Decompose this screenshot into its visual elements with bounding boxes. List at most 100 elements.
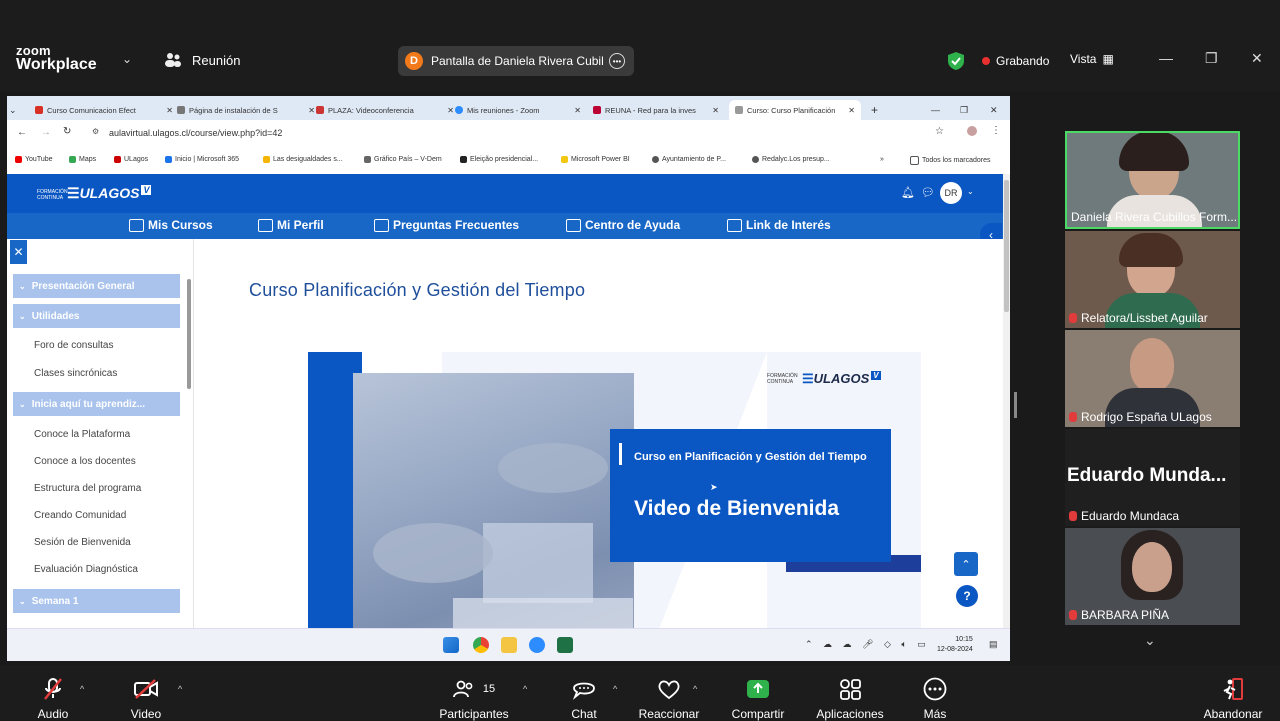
bell-icon[interactable]: 🔔︎ [901, 186, 915, 199]
browser-tab[interactable]: PLAZA: Videoconferencia ✕ [316, 100, 454, 120]
more-button[interactable]: Más [918, 676, 952, 721]
nav-centro-de-ayuda[interactable]: Centro de Ayuda [566, 218, 680, 232]
zoom-app-icon[interactable] [529, 637, 545, 653]
browser-close[interactable]: ✕ [990, 100, 998, 120]
sidebar-item[interactable]: Conoce a los docentes [34, 456, 136, 467]
sidebar-item[interactable]: Sesión de Bienvenida [34, 537, 131, 548]
browser-tab[interactable]: Página de instalación de S ✕ [177, 100, 315, 120]
chevron-down-icon[interactable]: ⌄ [19, 400, 26, 409]
participant-tile-active-speaker[interactable]: Daniela Rivera Cubillos Form... [1065, 131, 1240, 229]
site-info-icon[interactable]: ⚙ [92, 127, 99, 136]
more-bookmarks-icon[interactable]: » [880, 156, 884, 163]
sidebar-section[interactable]: ⌄ Inicia aquí tu aprendiz... [13, 392, 180, 416]
participant-tile[interactable]: Eduardo Munda... Eduardo Mundaca [1065, 429, 1240, 526]
audio-options-caret[interactable]: ^ [80, 684, 84, 694]
minimize-button[interactable]: — [1159, 50, 1173, 66]
close-button[interactable]: ✕ [1251, 50, 1263, 67]
sidebar-item[interactable]: Foro de consultas [34, 340, 114, 351]
participants-button[interactable]: 15 Participantes [436, 676, 512, 721]
chevron-down-icon[interactable]: ⌄ [19, 597, 26, 606]
panel-resize-handle[interactable] [1014, 392, 1017, 418]
chevron-down-icon[interactable]: ⌄ [19, 312, 26, 321]
bookmark[interactable]: YouTube [15, 156, 53, 163]
react-button[interactable]: Reaccionar [637, 676, 701, 721]
bookmark[interactable]: Ayuntamiento de P... [652, 156, 726, 163]
browser-restore[interactable]: ❐ [960, 100, 968, 120]
browser-tab[interactable]: REUNA - Red para la inves ✕ [593, 100, 719, 120]
file-explorer-icon[interactable] [501, 637, 517, 653]
bookmark[interactable]: Maps [69, 156, 96, 163]
participant-tile[interactable]: Relatora/Lissbet Aguilar [1065, 231, 1240, 328]
page-scrollbar-thumb[interactable] [1004, 180, 1009, 312]
close-drawer-button[interactable]: ✕ [10, 240, 27, 264]
bookmark[interactable]: Inicio | Microsoft 365 [165, 156, 239, 163]
bookmark[interactable]: Eleição presidencial... [460, 156, 538, 163]
nav-mi-perfil[interactable]: Mi Perfil [258, 218, 324, 232]
back-icon[interactable]: ← [17, 127, 27, 138]
more-icon[interactable]: ••• [609, 53, 625, 69]
chat-button[interactable]: Chat [566, 676, 602, 721]
apps-button[interactable]: Aplicaciones [812, 676, 888, 721]
message-icon[interactable]: 💬︎ [921, 186, 935, 199]
reload-icon[interactable]: ↻ [63, 126, 71, 137]
restore-button[interactable]: ❐ [1205, 50, 1218, 67]
chat-options-caret[interactable]: ^ [613, 684, 617, 694]
leave-button[interactable]: Abandonar [1200, 676, 1266, 721]
user-avatar[interactable]: DR [940, 182, 962, 204]
close-tab-icon[interactable]: ✕ [308, 106, 315, 115]
participant-tile[interactable]: BARBARA PIÑA [1065, 528, 1240, 625]
sidebar-section[interactable]: ⌄ Presentación General [13, 274, 180, 298]
close-tab-icon[interactable]: ✕ [712, 106, 719, 115]
profile-avatar[interactable] [967, 126, 977, 136]
browser-tab[interactable]: Mis reuniones - Zoom ✕ [455, 100, 581, 120]
meeting-info-button[interactable]: Reunión [164, 52, 240, 68]
bookmark-folder[interactable]: Todos los marcadores [910, 156, 990, 165]
chrome-icon[interactable] [473, 637, 489, 653]
sidebar-section[interactable]: ⌄ Utilidades [13, 304, 180, 328]
chevron-down-icon[interactable]: ⌄ [1144, 632, 1156, 649]
view-button[interactable]: Vista ▦ [1070, 52, 1114, 66]
notification-icon[interactable]: ▤ [989, 639, 998, 650]
participants-options-caret[interactable]: ^ [523, 684, 527, 694]
sidebar-scrollbar[interactable] [187, 279, 191, 389]
tab-list-button[interactable]: ⌄ [9, 100, 29, 120]
chevron-down-icon[interactable]: ⌄ [967, 187, 974, 196]
sidebar-section[interactable]: ⌄ Semana 1 [13, 589, 180, 613]
taskbar-clock[interactable]: 10:15 12-08-2024 [937, 635, 973, 655]
site-logo[interactable]: ☰ULAGOS V [67, 185, 152, 202]
chevron-down-icon[interactable]: ⌄ [19, 282, 26, 291]
scroll-top-button[interactable]: ⌃ [954, 552, 978, 576]
nav-mis-cursos[interactable]: Mis Cursos [129, 218, 213, 232]
share-button[interactable]: Compartir [726, 676, 790, 721]
nav-preguntas-frecuentes[interactable]: Preguntas Frecuentes [374, 218, 519, 232]
help-button[interactable]: ? [956, 585, 978, 607]
video-button[interactable]: Video [126, 676, 166, 721]
new-tab-button[interactable]: + [871, 100, 878, 120]
video-options-caret[interactable]: ^ [178, 684, 182, 694]
bookmark[interactable]: Gráfico País – V-Dem [364, 156, 442, 163]
forward-icon[interactable]: → [41, 127, 51, 138]
shield-icon[interactable] [948, 52, 964, 70]
bookmark[interactable]: Las desigualdades s... [263, 156, 343, 163]
browser-minimize[interactable]: — [931, 100, 940, 120]
participant-tile[interactable]: Rodrigo España ULagos [1065, 330, 1240, 427]
browser-tab-active[interactable]: Curso: Curso Planificación ✕ [729, 100, 861, 120]
bookmark-star-icon[interactable]: ☆ [935, 126, 944, 137]
windows-start-icon[interactable] [443, 637, 459, 653]
menu-icon[interactable]: ⋮ [991, 125, 1001, 136]
bookmark[interactable]: ULagos [114, 156, 148, 163]
close-tab-icon[interactable]: ✕ [848, 106, 855, 115]
sidebar-item[interactable]: Clases sincrónicas [34, 368, 117, 379]
sidebar-item[interactable]: Conoce la Plataforma [34, 429, 130, 440]
address-bar[interactable]: aulavirtual.ulagos.cl/course/view.php?id… [109, 128, 282, 138]
close-tab-icon[interactable]: ✕ [574, 106, 581, 115]
browser-tab[interactable]: Curso Comunicacion Efect ✕ [35, 100, 173, 120]
audio-button[interactable]: Audio [32, 676, 74, 721]
close-tab-icon[interactable]: ✕ [166, 106, 173, 115]
system-tray-icons[interactable]: ⌃ ☁ ☁ 🎤︎ ◇ 🔈︎ ▭ [805, 639, 930, 650]
sidebar-item[interactable]: Creando Comunidad [34, 510, 126, 521]
sidebar-item[interactable]: Estructura del programa [34, 483, 141, 494]
excel-icon[interactable] [557, 637, 573, 653]
chevron-down-icon[interactable]: ⌄ [122, 52, 132, 66]
page-scrollbar[interactable] [1003, 174, 1010, 660]
